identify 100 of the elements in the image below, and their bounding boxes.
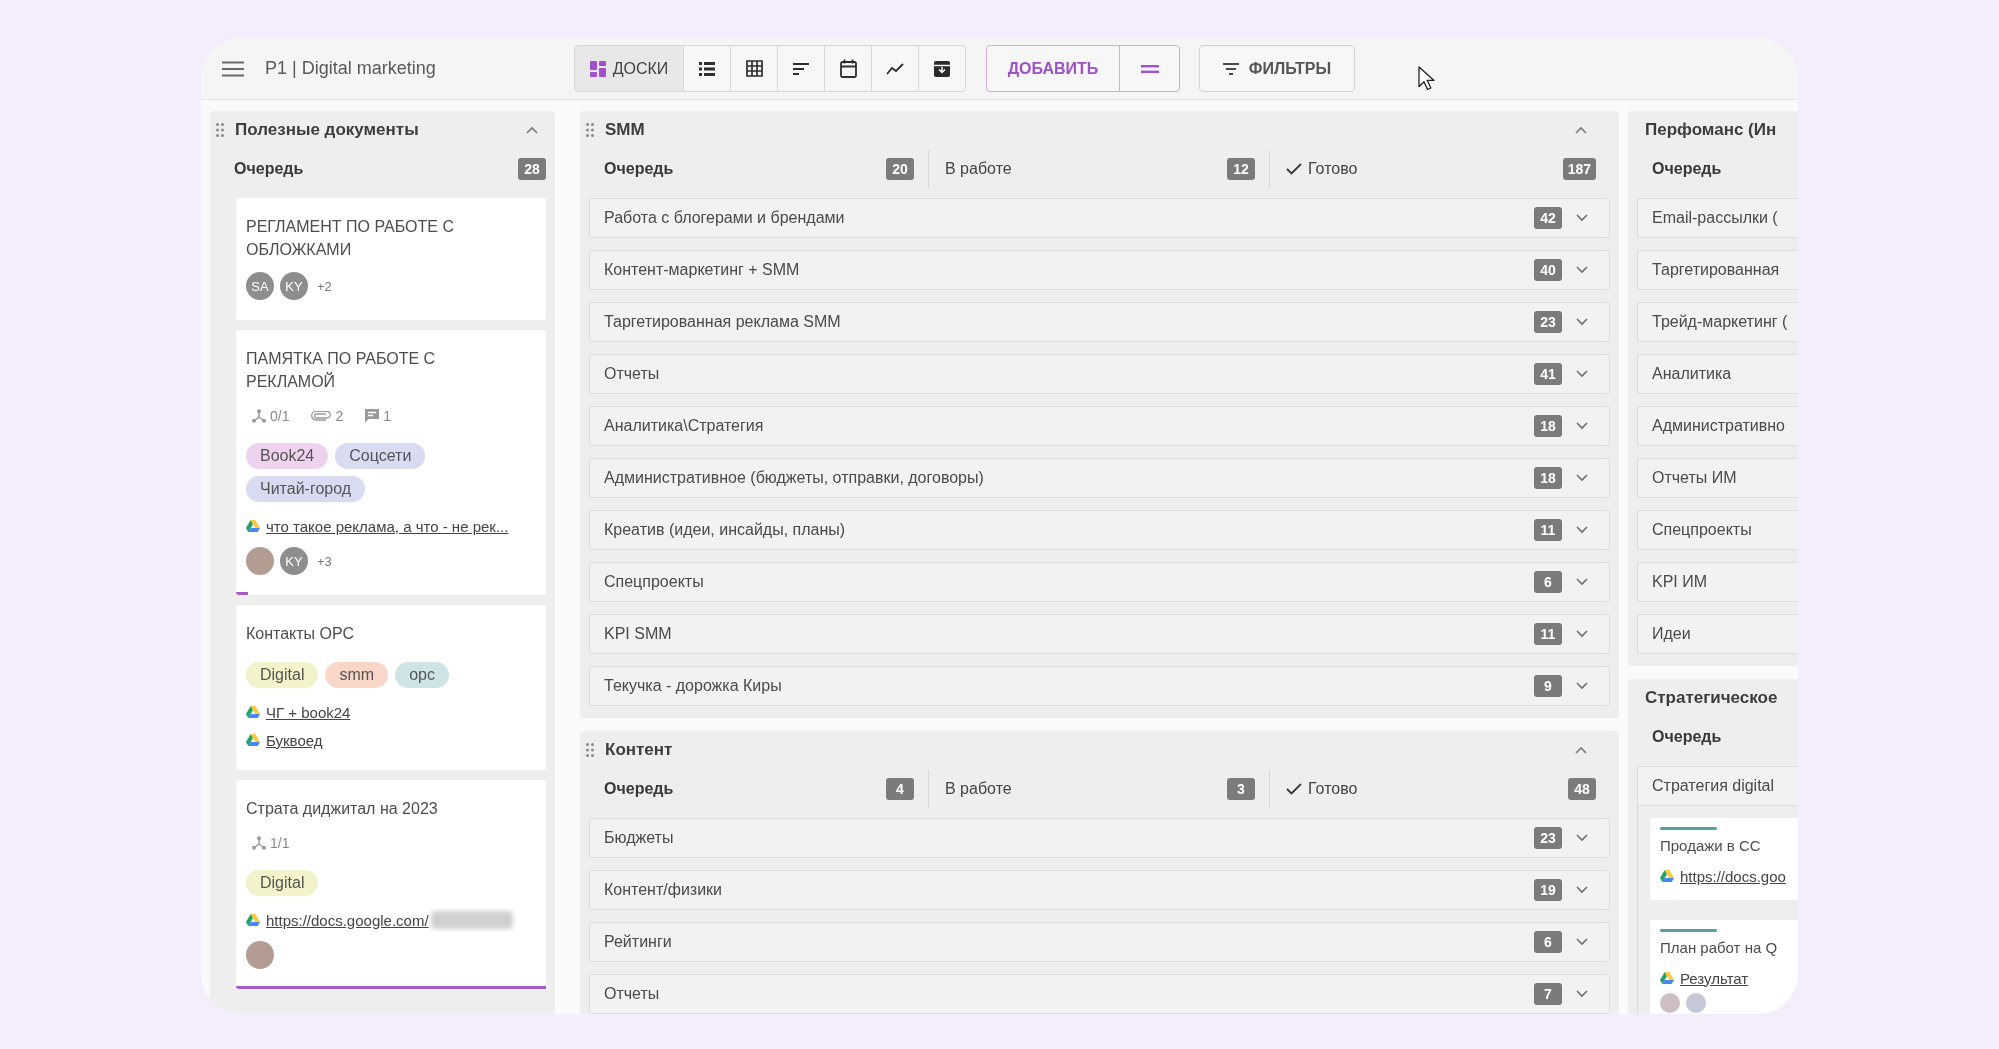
lane-row[interactable]: Отчеты 7 — [589, 974, 1610, 1014]
lane-title: Контент/физики — [604, 881, 723, 899]
panel-title: SMM — [605, 119, 645, 140]
archive-button[interactable] — [918, 45, 966, 92]
avatar-initials: KY — [280, 547, 308, 575]
lane-title: Рейтинги — [604, 933, 672, 951]
lane-row[interactable]: Административное (бюджеты, отправки, договоры) 18 — [589, 458, 1610, 498]
card-title: Страта диджитал на 2023 — [246, 799, 438, 819]
status-label: Очередь — [1652, 728, 1722, 746]
lane-title: Спецпроекты — [604, 573, 704, 591]
chevron-icon[interactable] — [1576, 266, 1588, 274]
avatar-photo-placeholder — [246, 941, 274, 969]
table-view-button[interactable] — [730, 45, 778, 92]
lane-row[interactable]: Таргетированная реклама SMM 23 — [589, 302, 1610, 342]
chevron-icon[interactable] — [1576, 834, 1588, 842]
chevron-icon[interactable] — [1576, 886, 1588, 894]
archive-box-icon — [934, 60, 950, 77]
collapse-caret-icon[interactable] — [1575, 125, 1587, 134]
document-link[interactable]: https://docs.google.com/ — [266, 911, 429, 929]
sort-button[interactable] — [777, 45, 825, 92]
chevron-icon[interactable] — [1576, 990, 1588, 998]
add-options-button[interactable] — [1119, 45, 1180, 92]
chevron-icon[interactable] — [1576, 526, 1588, 534]
lane-row[interactable]: Спецпроекты 6 — [589, 562, 1610, 602]
list-view-button[interactable] — [683, 45, 731, 92]
lane-title: Бюджеты — [604, 829, 674, 847]
lane-row[interactable]: KPI SMM 11 — [589, 614, 1610, 654]
lane-row[interactable]: Email-рассылки ( — [1637, 198, 1798, 238]
status-label: В работе — [945, 160, 1012, 178]
lane-title: Спецпроекты — [1652, 521, 1752, 539]
task-card[interactable]: Контакты ОРС Digital smm орс ЧГ + book24 Буквоед — [236, 605, 546, 770]
lane-row[interactable]: Бюджеты 23 — [589, 818, 1610, 858]
lane-row[interactable]: Административно — [1637, 406, 1798, 446]
lane-title: Административно — [1652, 417, 1785, 435]
lane-row[interactable]: Идеи — [1637, 614, 1798, 654]
task-card[interactable]: ПАМЯТКА ПО РАБОТЕ С РЕКЛАМОЙ 0/1 2 1 Book24 Соцсети Читай-город что такое реклама, а что - не рек... KY +3 — [236, 330, 546, 595]
lane-row[interactable]: Креатив (идеи, инсайды, планы) 11 — [589, 510, 1610, 550]
collapse-caret-icon[interactable] — [526, 125, 538, 134]
table-icon — [745, 60, 763, 77]
count-badge: 40 — [1534, 259, 1562, 281]
board-title: P1 | Digital marketing — [265, 58, 436, 79]
lane-row[interactable]: Рейтинги 6 — [589, 922, 1610, 962]
lane-row[interactable]: Текучка - дорожка Киры 9 — [589, 666, 1610, 706]
chevron-icon[interactable] — [1576, 370, 1588, 378]
count-badge: 18 — [1534, 415, 1562, 437]
lane-row[interactable]: Контент-маркетинг + SMM 40 — [589, 250, 1610, 290]
document-link[interactable]: ЧГ + book24 — [266, 703, 351, 721]
drag-handle-icon[interactable] — [586, 742, 594, 757]
count-badge: 187 — [1562, 158, 1596, 180]
lane-row[interactable]: Отчеты 41 — [589, 354, 1610, 394]
chevron-icon[interactable] — [1576, 214, 1588, 222]
status-label: Очередь — [234, 160, 304, 178]
lane-row[interactable]: KPI ИМ — [1637, 562, 1798, 602]
panel-title: Контент — [605, 739, 673, 760]
document-link[interactable]: Буквоед — [266, 731, 323, 749]
lane-row[interactable]: Работа с блогерами и брендами 42 — [589, 198, 1610, 238]
lane-row[interactable]: Аналитика — [1637, 354, 1798, 394]
chevron-icon[interactable] — [1576, 474, 1588, 482]
lane-row[interactable]: Спецпроекты — [1637, 510, 1798, 550]
task-card[interactable]: План работ на Q Результат — [1650, 920, 1798, 1014]
count-badge: 42 — [1534, 207, 1562, 229]
count-badge: 18 — [1534, 467, 1562, 489]
collapse-caret-icon[interactable] — [1575, 745, 1587, 754]
lane-title: KPI SMM — [604, 625, 672, 643]
drag-handle-icon[interactable] — [586, 122, 594, 137]
task-card[interactable]: Продажи в СС https://docs.goo — [1650, 818, 1798, 900]
lane-row[interactable]: Трейд-маркетинг ( — [1637, 302, 1798, 342]
filters-button[interactable]: ФИЛЬТРЫ — [1199, 45, 1355, 92]
tricolor-triangle-icon — [246, 520, 260, 532]
menu-icon[interactable] — [222, 60, 244, 77]
task-card[interactable]: РЕГЛАМЕНТ ПО РАБОТЕ С ОБЛОЖКАМИ SA KY +2 — [236, 198, 546, 320]
tricolor-triangle-icon — [1660, 870, 1674, 882]
tricolor-triangle-icon — [246, 914, 260, 926]
chevron-icon[interactable] — [1576, 318, 1588, 326]
lane-row[interactable]: Контент/физики 19 — [589, 870, 1610, 910]
document-link[interactable]: что такое реклама, а что - не рек... — [266, 517, 509, 535]
chevron-icon[interactable] — [1576, 422, 1588, 430]
drag-handle-icon[interactable] — [216, 122, 224, 137]
chevron-icon[interactable] — [1576, 578, 1588, 586]
panel-title: Стратегическое — [1645, 687, 1778, 708]
lane-row[interactable]: Аналитика\Стратегия 18 — [589, 406, 1610, 446]
branch-icon — [252, 836, 266, 850]
document-link[interactable]: https://docs.goo — [1680, 867, 1786, 885]
chevron-icon[interactable] — [1576, 938, 1588, 946]
add-button[interactable]: ДОБАВИТЬ — [986, 45, 1120, 92]
lane-title: Email-рассылки ( — [1652, 209, 1778, 227]
chevron-icon[interactable] — [1576, 630, 1588, 638]
lane-title: Аналитика\Стратегия — [604, 417, 764, 435]
document-link[interactable]: Результат — [1680, 969, 1749, 987]
card-title: План работ на Q — [1660, 938, 1778, 958]
count-badge: 23 — [1534, 311, 1562, 333]
task-card[interactable]: Страта диджитал на 2023 1/1 Digital https://docs.google.com/ — [236, 780, 546, 989]
lane-row[interactable]: Отчеты ИМ — [1637, 458, 1798, 498]
lane-title: KPI ИМ — [1652, 573, 1708, 591]
boards-tab[interactable]: ДОСКИ — [574, 45, 684, 92]
lane-row[interactable]: Таргетированная — [1637, 250, 1798, 290]
chevron-icon[interactable] — [1576, 682, 1588, 690]
card-title: РЕГЛАМЕНТ ПО РАБОТЕ С ОБЛОЖКАМИ — [246, 217, 455, 260]
calendar-view-button[interactable] — [824, 45, 872, 92]
count-badge: 11 — [1534, 519, 1562, 541]
